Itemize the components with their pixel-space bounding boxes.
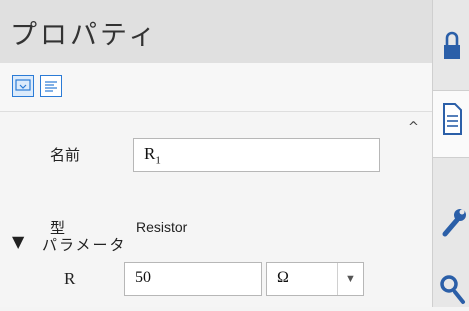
document-icon bbox=[443, 103, 462, 135]
parameter-row-r: R 50 Ω ▼ bbox=[0, 262, 400, 298]
parameters-section-header[interactable]: ▼ パラメータ bbox=[0, 230, 400, 254]
panel-toolbar bbox=[0, 63, 432, 112]
parameter-value-field[interactable]: 50 bbox=[124, 262, 262, 296]
chevron-down-icon: ▼ bbox=[337, 263, 363, 295]
text-view-button[interactable] bbox=[40, 75, 62, 97]
rail-tab-lock[interactable] bbox=[433, 0, 469, 66]
vertical-scrollbar[interactable]: ^ bbox=[400, 112, 430, 307]
text-lines-icon bbox=[45, 81, 57, 92]
unit-select[interactable]: Ω ▼ bbox=[266, 262, 364, 296]
dropdown-panel-icon bbox=[15, 79, 31, 91]
properties-panel: プロパティ 名前 R1 型 Resistor ▼ パラメータ R 50 Ω ▼ … bbox=[0, 0, 432, 307]
dropdown-view-button[interactable] bbox=[12, 75, 34, 97]
name-row: 名前 R1 bbox=[0, 138, 400, 174]
rail-tab-document[interactable] bbox=[433, 90, 469, 158]
rail-tab-wrench[interactable] bbox=[433, 190, 469, 248]
unit-value: Ω bbox=[277, 269, 289, 286]
parameter-value: 50 bbox=[135, 269, 151, 286]
name-label: 名前 bbox=[50, 146, 81, 164]
wrench-icon bbox=[442, 209, 466, 237]
name-subscript: 1 bbox=[155, 154, 161, 167]
settings-icon bbox=[440, 275, 465, 304]
name-value: R bbox=[144, 144, 156, 163]
parameters-section-label: パラメータ bbox=[42, 236, 127, 254]
parameter-label: R bbox=[64, 269, 76, 288]
panel-title-bar: プロパティ bbox=[0, 0, 432, 64]
name-field[interactable]: R1 bbox=[133, 138, 380, 172]
panel-title: プロパティ bbox=[10, 20, 159, 51]
lock-icon bbox=[444, 31, 460, 59]
collapse-arrow-icon[interactable]: ▼ bbox=[12, 232, 24, 251]
rail-tab-settings[interactable] bbox=[433, 262, 469, 307]
right-tab-rail bbox=[432, 0, 469, 307]
properties-content: 名前 R1 型 Resistor ▼ パラメータ R 50 Ω ▼ bbox=[0, 112, 400, 307]
scroll-up-arrow-icon[interactable]: ^ bbox=[408, 120, 419, 135]
